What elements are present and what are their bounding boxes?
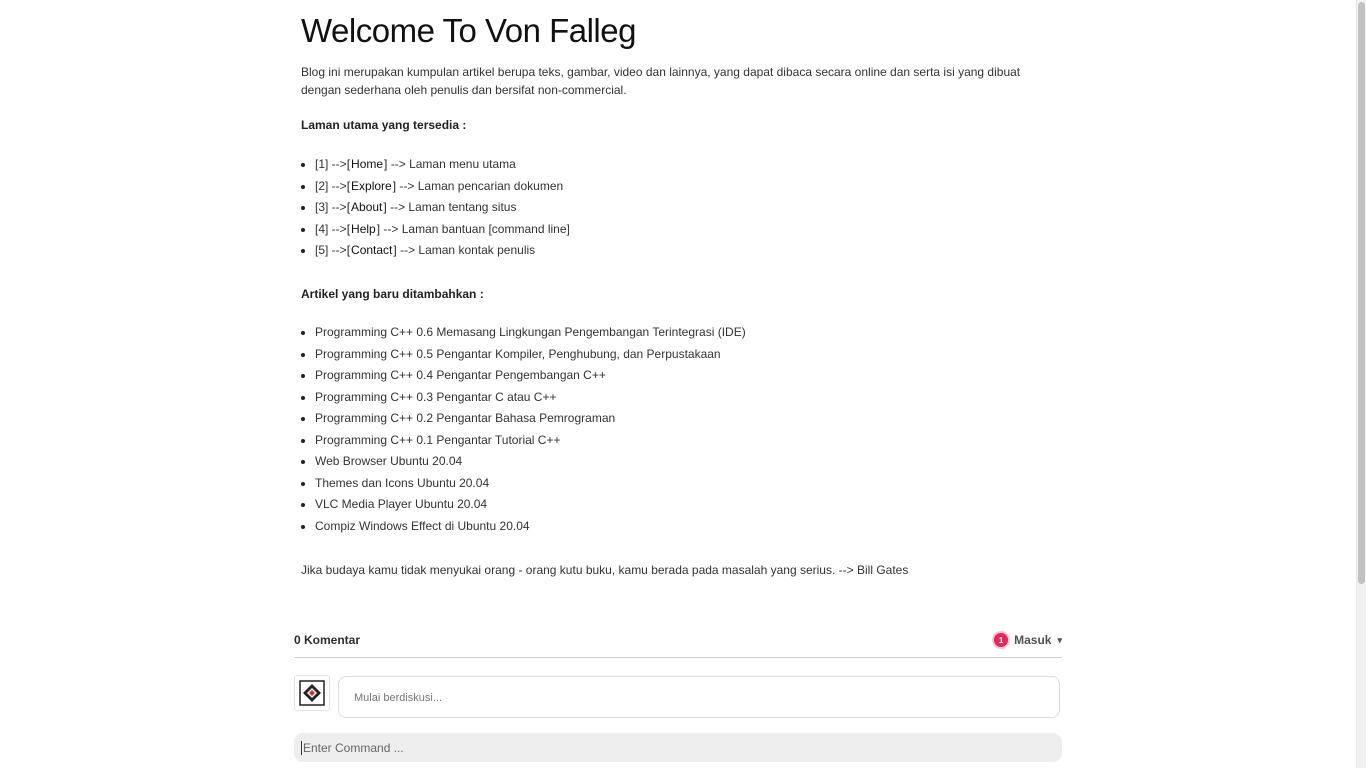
pages-list: [1] -->[Home] --> Laman menu utama [2] -… (301, 154, 570, 262)
avatar-logo-icon (299, 680, 325, 706)
list-item: [2] -->[Explore] --> Laman pencarian dok… (315, 176, 570, 198)
article-link[interactable]: Programming C++ 0.5 Pengantar Kompiler, … (315, 347, 721, 361)
list-item: Programming C++ 0.6 Memasang Lingkungan … (315, 322, 746, 344)
comments-header: 0 Komentar 1 Masuk ▾ (294, 630, 1062, 658)
list-item: Programming C++ 0.2 Pengantar Bahasa Pem… (315, 408, 746, 430)
help-link[interactable]: Help (350, 222, 377, 236)
discussion-input[interactable]: Mulai berdiskusi... (338, 676, 1060, 718)
article-link[interactable]: Programming C++ 0.4 Pengantar Pengembang… (315, 368, 606, 382)
about-link[interactable]: About (350, 200, 383, 214)
list-item: Compiz Windows Effect di Ubuntu 20.04 (315, 516, 746, 538)
article-link[interactable]: Themes dan Icons Ubuntu 20.04 (315, 476, 489, 490)
list-item: [3] -->[About] --> Laman tentang situs (315, 197, 570, 219)
explore-link[interactable]: Explore (350, 179, 393, 193)
list-item: [5] -->[Contact] --> Laman kontak penuli… (315, 240, 570, 262)
home-link[interactable]: Home (350, 157, 384, 171)
article-link[interactable]: Compiz Windows Effect di Ubuntu 20.04 (315, 519, 530, 533)
list-item: VLC Media Player Ubuntu 20.04 (315, 494, 746, 516)
articles-heading: Artikel yang baru ditambahkan : (301, 287, 484, 301)
notification-badge[interactable]: 1 (994, 633, 1009, 647)
page-title: Welcome To Von Falleg (301, 12, 636, 49)
article-link[interactable]: VLC Media Player Ubuntu 20.04 (315, 497, 487, 511)
contact-link[interactable]: Contact (350, 243, 393, 257)
comment-count: 0 Komentar (294, 633, 361, 647)
list-item: Programming C++ 0.3 Pengantar C atau C++ (315, 387, 746, 409)
list-item: Themes dan Icons Ubuntu 20.04 (315, 473, 746, 495)
list-item: [1] -->[Home] --> Laman menu utama (315, 154, 570, 176)
intro-text: Blog ini merupakan kumpulan artikel beru… (301, 65, 1021, 97)
article-link[interactable]: Programming C++ 0.1 Pengantar Tutorial C… (315, 433, 560, 447)
login-label[interactable]: Masuk (1014, 633, 1051, 647)
avatar[interactable] (294, 675, 330, 711)
list-item: Web Browser Ubuntu 20.04 (315, 451, 746, 473)
list-item: Programming C++ 0.1 Pengantar Tutorial C… (315, 430, 746, 452)
article-link[interactable]: Programming C++ 0.2 Pengantar Bahasa Pem… (315, 411, 615, 425)
articles-list: Programming C++ 0.6 Memasang Lingkungan … (301, 322, 746, 537)
article-link[interactable]: Web Browser Ubuntu 20.04 (315, 454, 462, 468)
scrollbar-thumb[interactable] (1358, 2, 1365, 584)
command-bar (294, 733, 1062, 762)
pages-heading: Laman utama yang tersedia : (301, 118, 467, 132)
article-link[interactable]: Programming C++ 0.6 Memasang Lingkungan … (315, 325, 746, 339)
article-link[interactable]: Programming C++ 0.3 Pengantar C atau C++ (315, 390, 556, 404)
chevron-down-icon[interactable]: ▾ (1057, 635, 1062, 646)
list-item: [4] -->[Help] --> Laman bantuan [command… (315, 219, 570, 241)
scrollbar[interactable] (1356, 0, 1366, 768)
quote-text: Jika budaya kamu tidak menyukai orang - … (301, 563, 909, 577)
login-menu[interactable]: 1 Masuk ▾ (994, 633, 1062, 647)
command-input[interactable] (301, 740, 1055, 755)
comments-section: 0 Komentar 1 Masuk ▾ Mulai berdiskusi... (294, 630, 1062, 718)
list-item: Programming C++ 0.5 Pengantar Kompiler, … (315, 344, 746, 366)
list-item: Programming C++ 0.4 Pengantar Pengembang… (315, 365, 746, 387)
